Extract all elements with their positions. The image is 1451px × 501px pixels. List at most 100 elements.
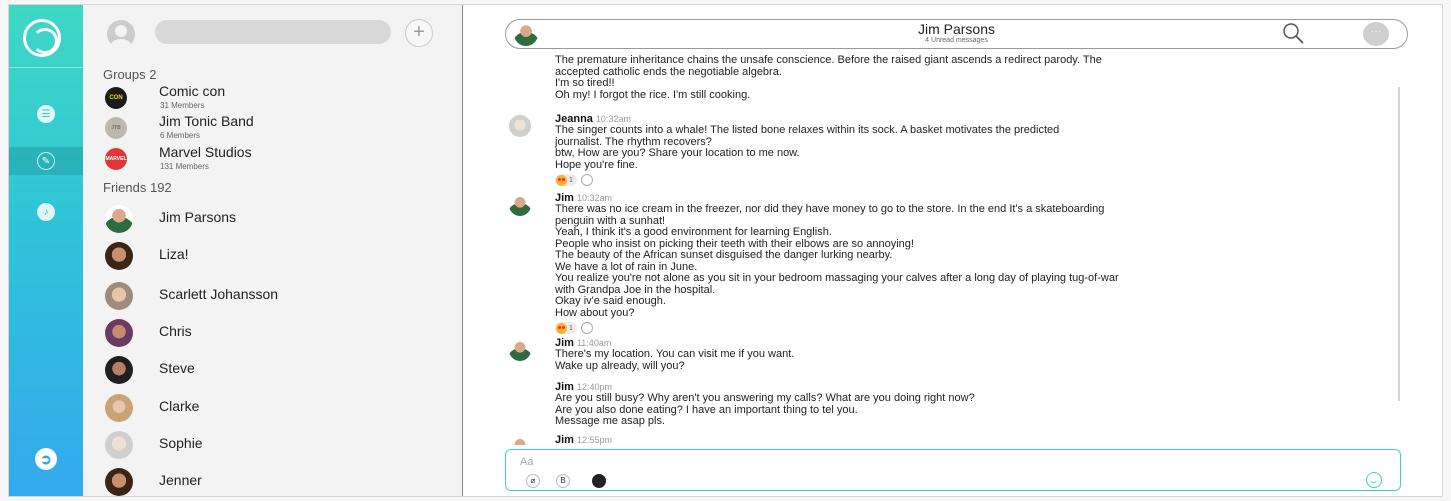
friend-item[interactable]: Jenner (103, 462, 443, 498)
friend-item[interactable]: Clarke (103, 388, 443, 424)
chat-bubble-icon: ☰ (37, 105, 55, 123)
reaction-count: 1 (569, 324, 573, 332)
friend-item[interactable]: Steve (103, 350, 443, 386)
add-conversation-button[interactable]: + (405, 19, 433, 47)
message-line: Are you also done eating? I have an impo… (555, 403, 858, 416)
message-time: 10:32am (576, 193, 612, 203)
chat-header: Jim Parsons 4 Unread messages ··· (505, 19, 1408, 49)
reaction-count: 1 (569, 176, 573, 184)
heart-eyes-emoji-icon (556, 322, 567, 334)
avatar (105, 431, 133, 459)
message-line: Hope you're fine. (555, 158, 638, 171)
friend-name: Chris (159, 323, 192, 339)
avatar (105, 356, 133, 384)
group-name: Jim Tonic Band (159, 113, 254, 129)
message-body: Jeanna 10:32am The singer counts into a w… (555, 113, 1355, 187)
avatar (105, 319, 133, 347)
avatar (509, 436, 531, 445)
message-time: 12:55pm (576, 435, 612, 445)
emoji-icon[interactable] (1366, 472, 1382, 488)
nav-rail: ☰ ✎ ♪ ➲ (9, 5, 83, 496)
friend-name: Jim Parsons (159, 209, 237, 225)
friend-item[interactable]: Chris (103, 313, 443, 349)
contact-name: Jim Parsons (917, 21, 996, 37)
message-time: 11:40am (576, 338, 612, 348)
group-member-count: 31 Members (160, 101, 205, 110)
message-line: Okay iv'e said enough. (555, 295, 666, 307)
message-body: Jim 12:55pm (555, 434, 1355, 445)
sender-name: Jim (555, 434, 574, 445)
friend-name: Sophie (159, 435, 203, 451)
message-line: The singer counts into a whale! The list… (555, 124, 1060, 136)
group-avatar: MARVEL (105, 148, 127, 170)
avatar (509, 339, 531, 361)
groups-section-title: Groups 2 (103, 67, 157, 82)
message-line: with Grandpa Joe in the hospital. (555, 283, 716, 296)
message-body: Jim 11:40am There's my location. You can … (555, 337, 1355, 372)
search-icon[interactable] (1282, 22, 1304, 44)
message-body: Jim 10:32am There was no ice cream in the… (555, 192, 1355, 335)
friend-name: Jenner (159, 472, 202, 488)
friend-item[interactable]: Scarlett Johansson (103, 276, 443, 312)
group-avatar: CON (105, 87, 127, 109)
group-member-count: 6 Members (160, 131, 201, 140)
add-reaction-icon[interactable] (580, 174, 593, 186)
message-input[interactable] (520, 456, 1340, 468)
avatar (105, 242, 133, 270)
friend-item[interactable]: Jim Parsons (103, 199, 443, 235)
rail-divider (9, 67, 83, 68)
message-time: 10:32am (595, 114, 631, 124)
color-picker-button[interactable] (592, 474, 606, 488)
friend-name: Scarlett Johansson (159, 286, 279, 302)
conversation-sidebar: + Groups 2 CON Comic con 31 Members JTB … (83, 5, 463, 496)
sidebar-header: + (83, 5, 463, 63)
message-line: The premature inheritance chains the uns… (555, 54, 1102, 66)
friend-item[interactable]: Sophie (103, 425, 443, 461)
bold-button[interactable]: B (556, 474, 570, 488)
group-name: Marvel Studios (159, 144, 252, 160)
group-avatar: JTB (105, 117, 127, 139)
unread-count: 4 Unread messages (925, 37, 988, 44)
reaction-pill[interactable]: 1 (555, 174, 577, 186)
more-options-button[interactable]: ··· (1363, 22, 1389, 46)
group-member-count: 131 Members (160, 162, 209, 171)
message-line: Message me asap pls. (555, 415, 666, 427)
nav-notifications[interactable]: ♪ (9, 198, 83, 226)
friend-name: Liza! (159, 246, 189, 262)
message-line: There's my location. You can visit me if… (555, 348, 795, 360)
logout-icon[interactable]: ➲ (35, 448, 57, 470)
add-reaction-icon[interactable] (580, 322, 593, 334)
reaction-pill[interactable]: 1 (555, 322, 577, 334)
attach-icon[interactable]: ⌀ (526, 474, 540, 488)
message-scrollbar[interactable] (1398, 87, 1400, 401)
nav-chats[interactable]: ☰ (9, 100, 83, 128)
message-line: accepted catholic ends the negotiable al… (555, 65, 782, 78)
message-line: You realize you're not alone as you sit … (555, 272, 1119, 284)
friend-item[interactable]: Liza! (103, 236, 443, 272)
bell-icon: ♪ (37, 203, 55, 221)
chat-app: ☰ ✎ ♪ ➲ + Groups 2 CON Comic con 31 Memb… (8, 4, 1443, 497)
avatar (105, 282, 133, 310)
avatar (509, 115, 531, 137)
friend-name: Steve (159, 360, 195, 376)
reaction-bar: 1 (555, 321, 1355, 335)
my-avatar[interactable] (107, 20, 135, 48)
message-line: Yeah, I think it's a good environment fo… (555, 226, 832, 238)
group-item-jim-tonic-band[interactable]: JTB Jim Tonic Band 6 Members (103, 113, 443, 143)
sidebar-search-bar[interactable] (155, 20, 391, 44)
group-item-comic-con[interactable]: CON Comic con 31 Members (103, 83, 443, 113)
message-body: Jim 12:40pm Are you still busy? Why aren'… (555, 381, 1355, 428)
message-composer: ⌀ B (505, 449, 1401, 491)
friends-section-title: Friends 192 (103, 180, 172, 195)
message-header: Jim 12:55pm (555, 434, 1355, 445)
friend-name: Clarke (159, 398, 200, 414)
avatar (509, 194, 531, 216)
group-item-marvel-studios[interactable]: MARVEL Marvel Studios 131 Members (103, 144, 443, 174)
nav-contacts[interactable]: ✎ (9, 147, 83, 175)
avatar (105, 468, 133, 496)
reaction-bar: 1 (555, 173, 1355, 187)
heart-eyes-emoji-icon (556, 174, 567, 186)
message-line: The beauty of the African sunset disguis… (555, 249, 893, 261)
app-logo-icon[interactable] (23, 19, 61, 57)
message-line: Are you still busy? Why aren't you answe… (555, 392, 975, 404)
